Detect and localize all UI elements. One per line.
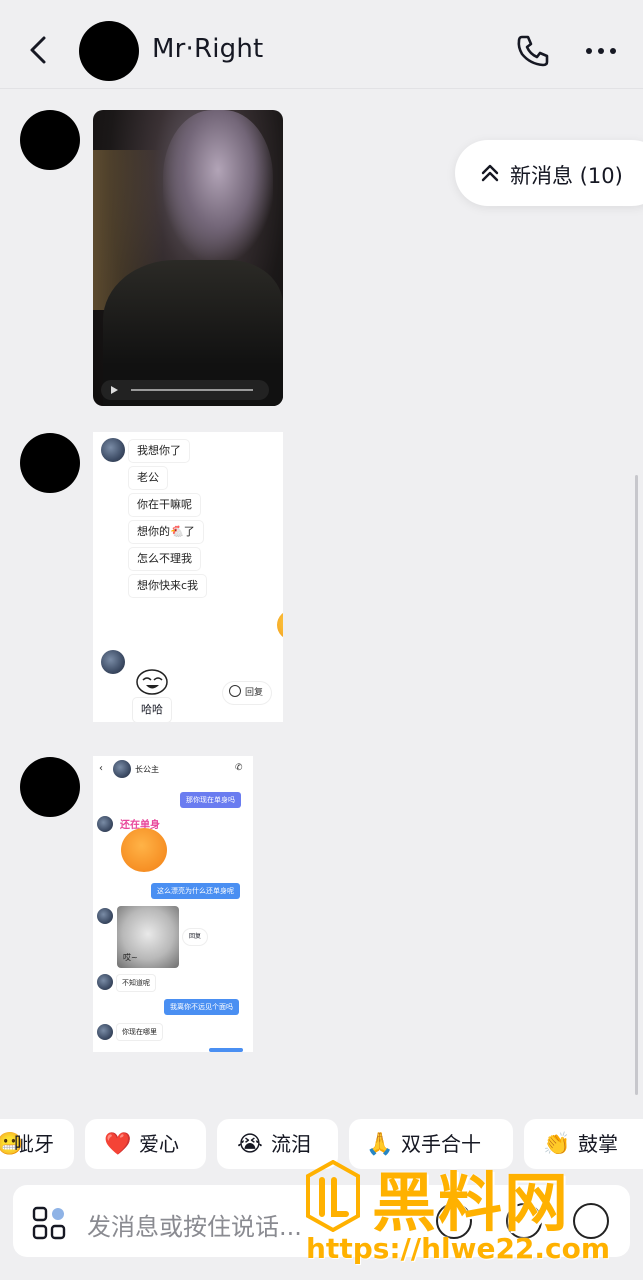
play-icon[interactable] bbox=[111, 386, 118, 394]
quick-reaction-chip[interactable]: ❤️ 爱心 bbox=[85, 1119, 206, 1169]
phone-icon[interactable] bbox=[514, 32, 552, 70]
screenshot-bubble-cut bbox=[209, 1048, 243, 1052]
laughing-sticker-icon bbox=[136, 669, 168, 695]
reply-label: 回复 bbox=[245, 688, 264, 698]
crying-emoji-icon: 😭 bbox=[237, 1132, 263, 1157]
sticker-caption: 哈哈 bbox=[133, 698, 171, 722]
heart-emoji-icon: ❤️ bbox=[104, 1132, 132, 1157]
more-icon[interactable] bbox=[582, 34, 620, 68]
screenshot-bubble-sent: 这么漂亮为什么还单身呢 bbox=[151, 883, 240, 899]
screenshot-avatar bbox=[97, 974, 113, 990]
screenshot-avatar bbox=[101, 438, 125, 462]
quick-reaction-chip[interactable]: 😭 流泪 bbox=[217, 1119, 338, 1169]
quick-reaction-label: 呲牙 bbox=[14, 1132, 54, 1156]
image-message-chat-screenshot[interactable]: 我想你了 老公 你在干嘛呢 想你的🐔了 怎么不理我 想你快来c我 😂 哈哈 回复 bbox=[93, 432, 283, 722]
apps-grid-icon[interactable] bbox=[31, 1205, 67, 1241]
screenshot-bubble: 我想你了 bbox=[129, 440, 189, 462]
quick-reaction-chip[interactable]: 😬呲牙 bbox=[0, 1119, 74, 1169]
photo-caption: 哎~ bbox=[123, 953, 138, 962]
screenshot-bubble: 不知道呢 bbox=[117, 975, 155, 991]
praying-hands-emoji-icon: 🙏 bbox=[366, 1132, 394, 1157]
image-message-chat-screenshot[interactable]: ‹ 长公主 ✆ 那你现在单身吗 还在单身 这么漂亮为什么还单身呢 哎~ 回复 不… bbox=[93, 756, 253, 1052]
phone-icon: ✆ bbox=[235, 763, 243, 773]
quick-reaction-label: 鼓掌 bbox=[578, 1132, 618, 1156]
quick-reactions: 😬呲牙 ❤️ 爱心 😭 流泪 🙏 双手合十 👏 鼓掌 bbox=[0, 1119, 643, 1169]
voice-icon[interactable] bbox=[436, 1203, 472, 1239]
scrollbar[interactable] bbox=[635, 475, 638, 1095]
sender-avatar[interactable] bbox=[20, 433, 80, 493]
orange-sticker-icon bbox=[121, 828, 167, 872]
plus-icon[interactable] bbox=[573, 1203, 609, 1239]
video-progress-track[interactable] bbox=[131, 389, 253, 391]
quick-reaction-chip[interactable]: 👏 鼓掌 bbox=[524, 1119, 643, 1169]
screenshot-header: ‹ 长公主 ✆ bbox=[93, 756, 253, 782]
screenshot-bubble: 怎么不理我 bbox=[129, 548, 200, 570]
screenshot-avatar bbox=[97, 908, 113, 924]
screenshot-bubble: 老公 bbox=[129, 467, 167, 489]
screenshot-avatar bbox=[97, 816, 113, 832]
quick-reaction-label: 爱心 bbox=[139, 1132, 179, 1156]
contact-avatar[interactable] bbox=[79, 21, 139, 81]
chevron-left-icon: ‹ bbox=[99, 763, 103, 774]
quick-reaction-chip[interactable]: 🙏 双手合十 bbox=[349, 1119, 513, 1169]
new-messages-label: 新消息 (10) bbox=[510, 164, 623, 188]
screenshot-bubble: 你现在哪里 bbox=[117, 1024, 162, 1040]
double-chevron-up-icon bbox=[481, 164, 499, 182]
screenshot-bubble: 想你快来c我 bbox=[129, 575, 207, 597]
new-messages-button[interactable]: 新消息 (10) bbox=[455, 140, 643, 206]
sender-avatar[interactable] bbox=[20, 757, 80, 817]
screenshot-bubble-sent: 那你现在单身吗 bbox=[180, 792, 241, 808]
video-frame-face bbox=[163, 110, 273, 260]
message-input[interactable]: 发消息或按住说话... bbox=[87, 1207, 302, 1242]
screenshot-bubble: 你在干嘛呢 bbox=[129, 494, 200, 516]
sender-avatar[interactable] bbox=[20, 110, 80, 170]
message-input-bar: 发消息或按住说话... bbox=[13, 1185, 630, 1257]
screenshot-bubble-sent: 我离你不远见个面吗 bbox=[164, 999, 239, 1015]
screenshot-bubble: 想你的🐔了 bbox=[129, 521, 203, 543]
emoji-icon[interactable] bbox=[506, 1203, 542, 1239]
reply-chip: 回复 bbox=[183, 929, 208, 945]
quick-reaction-label: 双手合十 bbox=[401, 1132, 481, 1156]
screenshot-title: 长公主 bbox=[135, 765, 159, 774]
laughing-crying-emoji-icon: 😂 bbox=[277, 610, 283, 640]
smile-icon bbox=[229, 685, 241, 697]
chat-header: Mr·Right bbox=[0, 0, 643, 89]
contact-name[interactable]: Mr·Right bbox=[152, 34, 263, 64]
grimace-emoji-icon: 😬 bbox=[0, 1132, 24, 1157]
quick-reaction-label: 流泪 bbox=[271, 1132, 311, 1156]
reply-chip: 回复 bbox=[223, 682, 272, 704]
screenshot-avatar bbox=[101, 650, 125, 674]
video-message[interactable] bbox=[93, 110, 283, 406]
screenshot-avatar bbox=[97, 1024, 113, 1040]
video-controls[interactable] bbox=[101, 380, 269, 400]
back-icon[interactable] bbox=[22, 30, 56, 70]
screenshot-avatar bbox=[113, 760, 131, 778]
clapping-emoji-icon: 👏 bbox=[543, 1132, 571, 1157]
